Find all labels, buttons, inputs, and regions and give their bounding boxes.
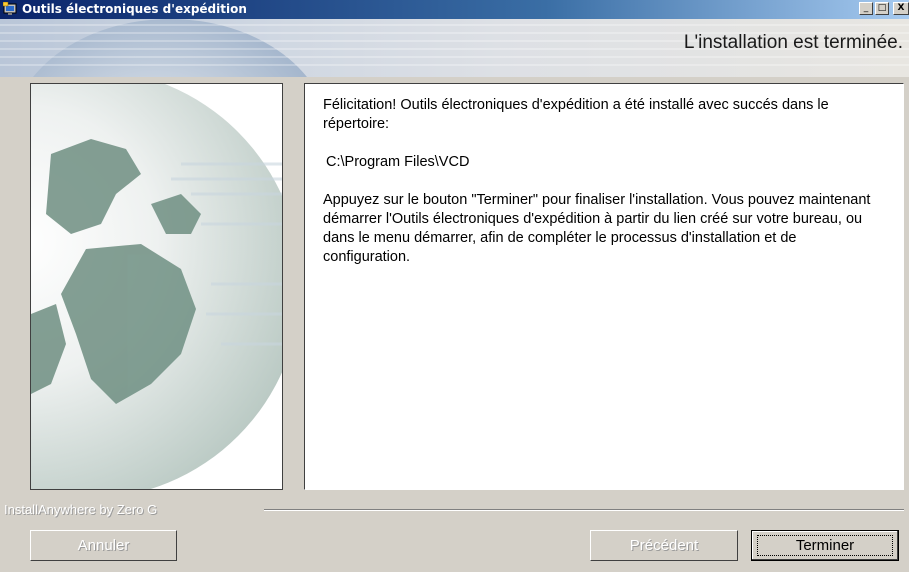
installer-window: Outils électroniques d'expédition _ □ X	[0, 0, 909, 572]
cancel-button[interactable]: Annuler	[30, 530, 177, 561]
globe-image	[31, 84, 282, 489]
instructions-message: Appuyez sur le bouton "Terminer" pour fi…	[323, 192, 871, 265]
maximize-icon: □	[877, 3, 887, 13]
minimize-button[interactable]: _	[859, 2, 873, 15]
finish-button[interactable]: Terminer	[751, 530, 899, 561]
footer-divider	[264, 509, 904, 511]
success-message: Félicitation! Outils électroniques d'exp…	[323, 97, 829, 132]
message-panel: Félicitation! Outils électroniques d'exp…	[304, 83, 904, 490]
maximize-button[interactable]: □	[875, 2, 889, 15]
close-icon: X	[897, 3, 905, 13]
side-image-panel	[30, 83, 283, 490]
message-text: Félicitation! Outils électroniques d'exp…	[323, 96, 883, 267]
install-path: C:\Program Files\VCD	[326, 154, 470, 170]
previous-button[interactable]: Précédent	[590, 530, 738, 561]
page-title: L'installation est terminée.	[683, 32, 903, 53]
close-button[interactable]: X	[893, 2, 909, 15]
vendor-label: InstallAnywhere by Zero G	[4, 502, 158, 517]
title-bar[interactable]: Outils électroniques d'expédition _ □ X	[0, 0, 909, 19]
installer-icon	[3, 2, 17, 15]
cancel-button-label: Annuler	[77, 537, 130, 554]
finish-button-label: Terminer	[795, 537, 855, 554]
minimize-icon: _	[863, 3, 869, 13]
window-title: Outils électroniques d'expédition	[22, 2, 247, 16]
previous-button-label: Précédent	[629, 537, 699, 554]
